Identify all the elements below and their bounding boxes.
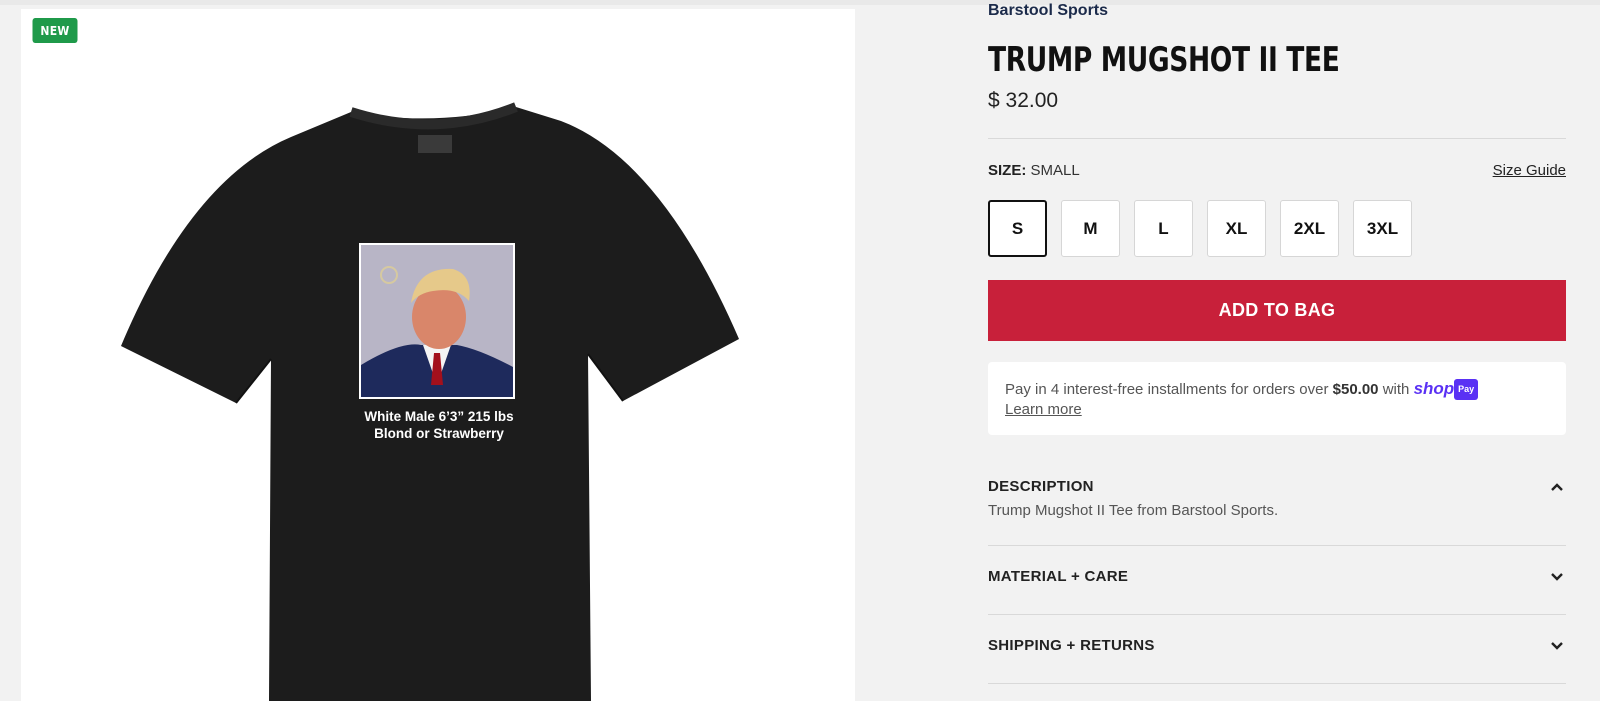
size-option-l[interactable]: L — [1134, 200, 1193, 257]
accordion-shipping-returns[interactable]: SHIPPING + RETURNS — [988, 637, 1566, 654]
size-option-m[interactable]: M — [1061, 200, 1120, 257]
size-option-2xl[interactable]: 2XL — [1280, 200, 1339, 257]
size-guide-link[interactable]: Size Guide — [1493, 162, 1566, 179]
top-border — [0, 0, 1600, 5]
accordion-description-title: DESCRIPTION — [988, 478, 1094, 495]
size-selected-value: SMALL — [1030, 162, 1080, 179]
chevron-down-icon — [1551, 573, 1563, 581]
chevron-down-icon — [1551, 642, 1563, 650]
learn-more-link[interactable]: Learn more — [1005, 401, 1082, 418]
divider — [988, 683, 1566, 684]
print-caption-line-1: White Male 6’3” 215 lbs — [364, 409, 514, 424]
accordion-material-care[interactable]: MATERIAL + CARE — [988, 568, 1566, 585]
product-price: $ 32.00 — [988, 89, 1059, 112]
size-options: S M L XL 2XL 3XL — [988, 200, 1412, 257]
shop-logo: shop — [1413, 379, 1455, 398]
divider — [988, 138, 1566, 139]
print-caption-line-2: Blond or Strawberry — [374, 426, 504, 441]
brand-link[interactable]: Barstool Sports — [988, 2, 1108, 20]
size-label: SIZE: — [988, 162, 1027, 179]
shoppay-text-prefix: Pay in 4 interest-free installments for … — [1005, 381, 1329, 398]
accordion-description[interactable]: DESCRIPTION — [988, 478, 1566, 495]
size-row: SIZE: SMALL Size Guide — [988, 162, 1566, 179]
print-caption: White Male 6’3” 215 lbs Blond or Strawbe… — [321, 408, 557, 442]
shoppay-installments: Pay in 4 interest-free installments for … — [988, 362, 1566, 435]
shoppay-pay-chip: Pay — [1454, 379, 1479, 400]
shoppay-text-suffix: with — [1382, 381, 1410, 398]
divider — [988, 614, 1566, 615]
size-option-3xl[interactable]: 3XL — [1353, 200, 1412, 257]
mugshot-print — [359, 243, 515, 399]
size-option-xl[interactable]: XL — [1207, 200, 1266, 257]
description-body: Trump Mugshot II Tee from Barstool Sport… — [988, 502, 1279, 519]
accordion-shipping-title: SHIPPING + RETURNS — [988, 637, 1155, 654]
product-image-panel[interactable]: White Male 6’3” 215 lbs Blond or Strawbe… — [21, 9, 855, 701]
add-to-bag-button[interactable]: ADD TO BAG — [988, 280, 1566, 341]
size-option-s[interactable]: S — [988, 200, 1047, 257]
divider — [988, 545, 1566, 546]
shoppay-amount: $50.00 — [1332, 381, 1379, 398]
accordion-material-title: MATERIAL + CARE — [988, 568, 1129, 585]
new-badge: NEW — [32, 18, 78, 43]
chevron-up-icon — [1551, 483, 1563, 491]
product-title: TRUMP MUGSHOT II TEE — [988, 40, 1340, 80]
